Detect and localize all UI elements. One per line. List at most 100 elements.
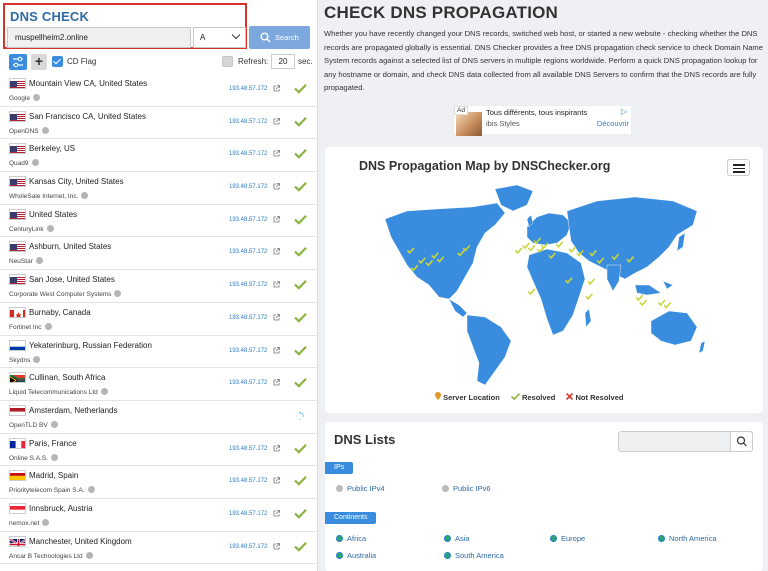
sliders-icon <box>13 56 23 68</box>
domain-input[interactable]: muspellheim2.online <box>7 27 191 48</box>
continent-link-south-america[interactable]: South America <box>444 551 504 560</box>
refresh-checkbox[interactable] <box>222 56 233 67</box>
resolved-marker[interactable] <box>527 288 536 296</box>
ad-choices-icon[interactable]: ▷ <box>621 107 627 116</box>
loading-spinner-icon <box>296 411 304 420</box>
info-icon[interactable] <box>32 94 40 101</box>
resolved-marker[interactable] <box>635 294 644 302</box>
lists-search-button[interactable] <box>730 432 752 451</box>
external-link-icon[interactable] <box>273 117 280 125</box>
globe-icon <box>550 535 557 542</box>
resolved-ip-link[interactable]: 193.48.57.172 <box>229 478 267 484</box>
resolved-ip-link[interactable]: 193.48.57.172 <box>229 184 267 190</box>
info-icon[interactable] <box>85 551 93 559</box>
refresh-label: Refresh: <box>238 57 269 66</box>
continents-tag: Continents <box>325 512 377 524</box>
refresh-interval-input[interactable]: 20 <box>271 54 295 69</box>
server-provider-name: Quad9 <box>9 160 29 168</box>
info-icon[interactable] <box>51 453 59 461</box>
external-link-icon[interactable] <box>273 281 280 288</box>
resolved-ip-link[interactable]: 193.48.57.172 <box>229 446 267 452</box>
external-link-icon[interactable] <box>273 542 280 550</box>
continent-link-australia[interactable]: Australia <box>336 551 376 560</box>
resolved-ip-link[interactable]: 193.48.57.172 <box>229 315 267 321</box>
info-icon[interactable] <box>42 518 50 526</box>
info-icon[interactable] <box>114 290 122 298</box>
resolved-marker[interactable] <box>514 247 523 255</box>
info-icon[interactable] <box>46 224 54 232</box>
resolved-marker[interactable] <box>663 301 672 309</box>
sliders-button[interactable] <box>9 54 27 70</box>
panel-title: DNS CHECK <box>10 9 90 24</box>
lists-search-input[interactable] <box>618 431 753 452</box>
continent-link-north-america[interactable]: North America <box>658 534 717 543</box>
resolved-ip-link[interactable]: 193.48.57.172 <box>229 348 267 354</box>
ad-cta-link[interactable]: Découvrir <box>597 119 629 128</box>
external-link-icon[interactable] <box>273 510 280 517</box>
continent-link-africa[interactable]: Africa <box>336 534 366 543</box>
server-location: Cullinan, South Africa <box>29 373 106 383</box>
add-server-button[interactable]: + <box>31 54 47 70</box>
resolved-ip-link[interactable]: 193.48.57.172 <box>229 282 267 288</box>
server-row: San Francisco CA, United States OpenDNS … <box>0 107 317 140</box>
external-link-icon[interactable] <box>273 313 280 321</box>
continent-label: North America <box>669 534 717 543</box>
ad-banner[interactable]: Ad Tous différents, tous inspirants ibis… <box>453 105 632 136</box>
server-location: Mountain View CA, United States <box>29 79 148 88</box>
external-link-icon[interactable] <box>273 85 280 92</box>
record-type-select[interactable]: A <box>193 27 246 48</box>
external-link-icon[interactable] <box>273 444 280 452</box>
external-link-icon[interactable] <box>273 183 280 190</box>
page-title: CHECK DNS PROPAGATION <box>324 3 559 22</box>
info-icon[interactable] <box>100 388 108 396</box>
external-link-icon[interactable] <box>273 477 280 484</box>
cd-flag-checkbox[interactable] <box>52 56 63 67</box>
server-provider: OpenTLD BV <box>9 420 58 429</box>
server-location: Berkeley, US <box>29 144 76 154</box>
info-icon[interactable] <box>35 257 43 265</box>
public-ipv6-link[interactable]: Public IPv6 <box>442 484 491 493</box>
search-button[interactable]: Search <box>249 26 310 49</box>
info-icon[interactable] <box>87 486 95 494</box>
server-provider-name: Prioritytelecom Spain S.A. <box>9 487 85 495</box>
external-link-icon[interactable] <box>273 379 280 386</box>
external-link-icon[interactable] <box>273 248 280 255</box>
info-icon[interactable] <box>41 126 49 134</box>
resolved-marker[interactable] <box>657 299 666 307</box>
world-map[interactable] <box>377 181 707 391</box>
resolved-marker[interactable] <box>585 293 594 301</box>
info-icon[interactable] <box>33 355 41 363</box>
resolved-marker[interactable] <box>587 278 596 286</box>
resolved-ip-link[interactable]: 193.48.57.172 <box>229 119 267 125</box>
resolved-marker[interactable] <box>568 246 577 253</box>
resolved-marker[interactable] <box>527 244 536 252</box>
continent-link-europe[interactable]: Europe <box>550 534 585 543</box>
resolved-ip-link[interactable]: 193.48.57.172 <box>229 249 267 255</box>
info-icon[interactable] <box>81 192 89 200</box>
external-link-icon[interactable] <box>273 150 280 157</box>
info-icon[interactable] <box>31 159 39 167</box>
external-link-icon[interactable] <box>273 215 280 223</box>
continent-label: Africa <box>347 534 367 543</box>
resolved-ip-link[interactable]: 193.48.57.172 <box>229 544 267 550</box>
server-provider-name: nemox.net <box>9 519 40 527</box>
public-ipv4-link[interactable]: Public IPv4 <box>336 484 385 493</box>
menu-icon[interactable] <box>727 159 750 176</box>
resolved-marker[interactable] <box>522 242 530 250</box>
server-provider: Ancar B Technologies Ltd <box>9 551 93 560</box>
info-icon[interactable] <box>50 420 58 428</box>
continent-label: Australia <box>347 551 377 560</box>
continent-link-asia[interactable]: Asia <box>444 534 470 543</box>
resolved-marker[interactable] <box>639 299 648 307</box>
external-link-icon[interactable] <box>273 346 280 354</box>
resolved-ip-link[interactable]: 193.48.57.172 <box>229 511 267 517</box>
resolved-ip-link[interactable]: 193.48.57.172 <box>229 86 267 92</box>
resolved-ip-link[interactable]: 193.48.57.172 <box>229 380 267 386</box>
flag-gb-icon <box>9 535 26 547</box>
server-location: Madrid, Spain <box>29 471 79 481</box>
flag-za-icon <box>9 372 26 384</box>
info-icon[interactable] <box>44 322 52 330</box>
resolved-ip-link[interactable]: 193.48.57.172 <box>229 217 267 223</box>
resolved-ip-link[interactable]: 193.48.57.172 <box>229 151 267 157</box>
server-provider: Google <box>9 94 40 102</box>
